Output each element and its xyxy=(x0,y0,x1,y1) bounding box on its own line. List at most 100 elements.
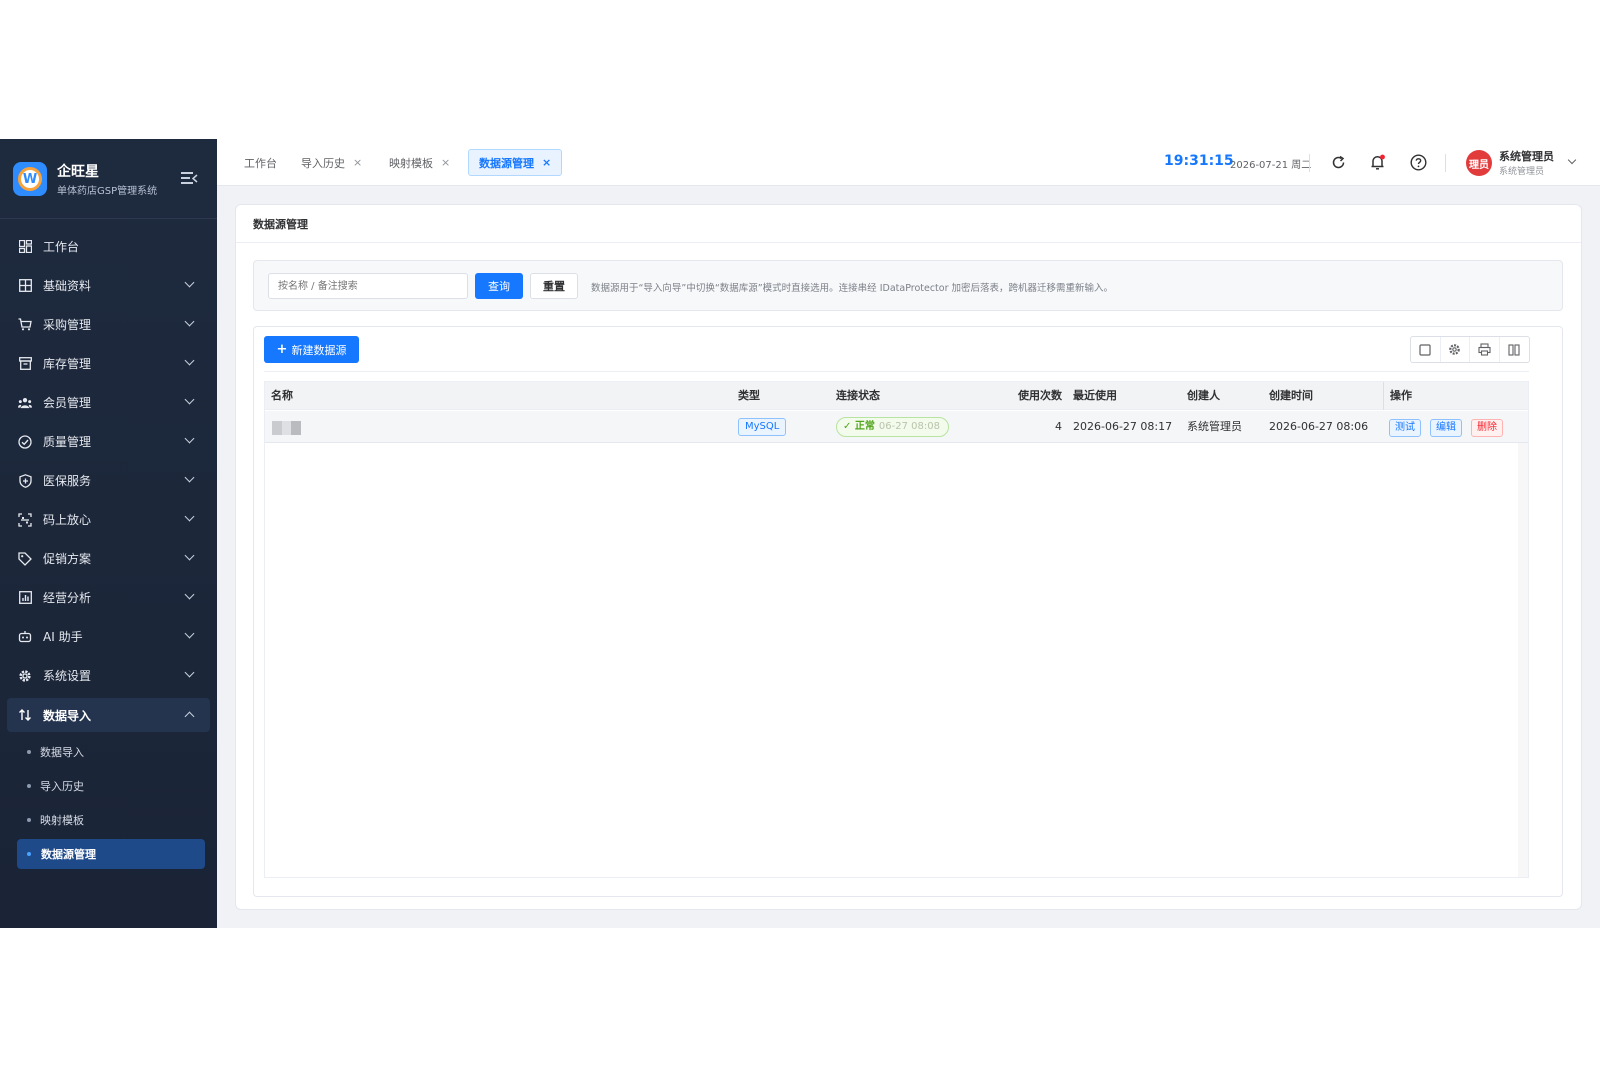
status-badge: ✓ 正常 06-27 08:08 xyxy=(836,417,949,437)
bell-icon[interactable] xyxy=(1369,153,1387,171)
settings-icon[interactable] xyxy=(1441,337,1470,362)
sidebar-item-label: 基础资料 xyxy=(43,279,92,293)
avatar[interactable]: 理员 xyxy=(1466,150,1492,176)
sidebar-item-label: 质量管理 xyxy=(43,435,92,449)
brand: W 企旺星 单体药店GSP管理系统 xyxy=(0,139,217,219)
chevron-down-icon[interactable] xyxy=(1567,155,1577,165)
table-header: 名称 类型 连接状态 使用次数 最近使用 创建人 创建时间 操作 xyxy=(265,382,1528,410)
plus-icon: + xyxy=(276,342,288,357)
import-icon xyxy=(18,708,32,722)
sidebar-item-members[interactable]: 会员管理 xyxy=(0,383,217,422)
use-count: 4 xyxy=(1055,420,1062,433)
sidebar-item-trace-code[interactable]: 码上放心 xyxy=(0,500,217,539)
type-badge: MySQL xyxy=(738,418,787,436)
scan-icon xyxy=(18,512,32,527)
sidebar-subitem-datasource-management[interactable]: 数据源管理 xyxy=(17,839,205,869)
tab-label: 数据源管理 xyxy=(479,156,534,170)
help-icon[interactable] xyxy=(1409,153,1427,171)
sidebar-item-label: 工作台 xyxy=(43,240,80,254)
page-title: 数据源管理 xyxy=(236,205,1581,243)
column-divider xyxy=(1383,382,1384,410)
column-header-creator[interactable]: 创建人 xyxy=(1187,382,1220,410)
divider xyxy=(264,371,1529,372)
user-name[interactable]: 系统管理员 xyxy=(1499,148,1554,164)
chevron-down-icon xyxy=(184,667,195,678)
sidebar-item-basic-data[interactable]: 基础资料 xyxy=(0,266,217,305)
top-header: 工作台 导入历史 × 映射模板 × 数据源管理 × 19:31:15 2026-… xyxy=(217,139,1600,186)
sidebar-subitem-mapping-template[interactable]: 映射模板 xyxy=(0,803,217,837)
close-icon[interactable]: × xyxy=(353,156,362,169)
new-datasource-label: 新建数据源 xyxy=(291,343,347,357)
column-header-last-used[interactable]: 最近使用 xyxy=(1073,382,1117,410)
robot-icon xyxy=(18,630,32,644)
sidebar-item-promotion[interactable]: 促销方案 xyxy=(0,539,217,578)
table-toolbar xyxy=(1410,336,1530,363)
logo-letter: W xyxy=(22,171,38,187)
sidebar-item-quality[interactable]: 质量管理 xyxy=(0,422,217,461)
edit-button[interactable]: 编辑 xyxy=(1430,419,1462,437)
chevron-down-icon xyxy=(184,355,195,366)
sidebar-subitem-data-import[interactable]: 数据导入 xyxy=(0,735,217,769)
grid-icon xyxy=(18,279,32,293)
close-icon[interactable]: × xyxy=(542,156,551,169)
status-time: 06-27 08:08 xyxy=(878,421,940,432)
user-role: 系统管理员 xyxy=(1499,167,1545,177)
sidebar-item-purchase[interactable]: 采购管理 xyxy=(0,305,217,344)
clock-date: 2026-07-21 周二 xyxy=(1230,160,1312,171)
chevron-down-icon xyxy=(184,277,195,288)
tab-mapping-template[interactable]: 映射模板 × xyxy=(379,149,460,176)
sidebar-item-label: 采购管理 xyxy=(43,318,92,332)
print-icon[interactable] xyxy=(1470,337,1500,362)
tab-workbench[interactable]: 工作台 xyxy=(234,149,287,176)
datasource-table: 名称 类型 连接状态 使用次数 最近使用 创建人 创建时间 操作 MySQL ✓… xyxy=(264,381,1529,878)
box-icon xyxy=(18,357,32,371)
sidebar-subitem-import-history[interactable]: 导入历史 xyxy=(0,769,217,803)
sidebar-item-workbench[interactable]: 工作台 xyxy=(0,227,217,266)
sidebar-menu: 工作台 基础资料 采购管理 库存管理 会员管理 质量管理 医保服务 码上放心 促… xyxy=(0,227,217,869)
main-card: 数据源管理 查询 重置 数据源用于“导入向导”中切换“数据库源”模式时直接选用。… xyxy=(235,204,1582,910)
tab-datasource-management[interactable]: 数据源管理 × xyxy=(468,149,563,176)
sidebar-item-label: 码上放心 xyxy=(43,513,92,527)
close-icon[interactable]: × xyxy=(441,156,450,169)
columns-icon[interactable] xyxy=(1500,337,1529,362)
column-header-created-at[interactable]: 创建时间 xyxy=(1269,382,1313,410)
cart-icon xyxy=(18,318,32,332)
check-circle-icon xyxy=(18,434,32,449)
vertical-scrollbar[interactable] xyxy=(1518,443,1528,877)
sidebar-item-medical-insurance[interactable]: 医保服务 xyxy=(0,461,217,500)
test-button[interactable]: 测试 xyxy=(1389,419,1421,437)
tag-icon xyxy=(18,551,32,566)
chevron-down-icon xyxy=(184,433,195,444)
sidebar-item-label: 系统设置 xyxy=(43,669,92,683)
chevron-down-icon xyxy=(184,394,195,405)
tab-label: 映射模板 xyxy=(389,156,433,170)
refresh-icon[interactable] xyxy=(1329,153,1347,171)
app-frame: W 企旺星 单体药店GSP管理系统 工作台 基础资料 采购管理 库存管理 会员管… xyxy=(0,139,1600,928)
gear-icon xyxy=(18,669,32,683)
search-input[interactable] xyxy=(268,273,468,299)
new-datasource-button[interactable]: + 新建数据源 xyxy=(264,336,359,363)
fullscreen-icon[interactable] xyxy=(1411,337,1441,362)
search-tip: 数据源用于“导入向导”中切换“数据库源”模式时直接选用。连接串经 IDataPr… xyxy=(591,283,1114,294)
search-bar: 查询 重置 数据源用于“导入向导”中切换“数据库源”模式时直接选用。连接串经 I… xyxy=(253,260,1563,311)
delete-button[interactable]: 删除 xyxy=(1471,419,1503,437)
chevron-down-icon xyxy=(184,550,195,561)
collapse-sidebar-icon[interactable] xyxy=(181,172,198,186)
app-logo: W xyxy=(13,162,47,196)
column-header-name[interactable]: 名称 xyxy=(271,382,293,410)
sidebar-item-label: 医保服务 xyxy=(43,474,92,488)
tab-label: 导入历史 xyxy=(301,156,345,170)
sidebar-item-system-settings[interactable]: 系统设置 xyxy=(0,656,217,695)
column-header-status[interactable]: 连接状态 xyxy=(836,382,880,410)
table-row[interactable]: MySQL ✓ 正常 06-27 08:08 4 2026-06-27 08:17… xyxy=(265,411,1528,443)
header-divider xyxy=(1309,154,1310,172)
column-header-type[interactable]: 类型 xyxy=(738,382,760,410)
sidebar-item-analytics[interactable]: 经营分析 xyxy=(0,578,217,617)
sidebar-item-ai-assistant[interactable]: AI 助手 xyxy=(0,617,217,656)
query-button[interactable]: 查询 xyxy=(475,273,523,299)
sidebar-item-inventory[interactable]: 库存管理 xyxy=(0,344,217,383)
sidebar-item-data-import[interactable]: 数据导入 xyxy=(7,698,210,732)
tab-import-history[interactable]: 导入历史 × xyxy=(291,149,372,176)
reset-button[interactable]: 重置 xyxy=(530,273,578,299)
column-header-use-count[interactable]: 使用次数 xyxy=(1018,382,1062,410)
